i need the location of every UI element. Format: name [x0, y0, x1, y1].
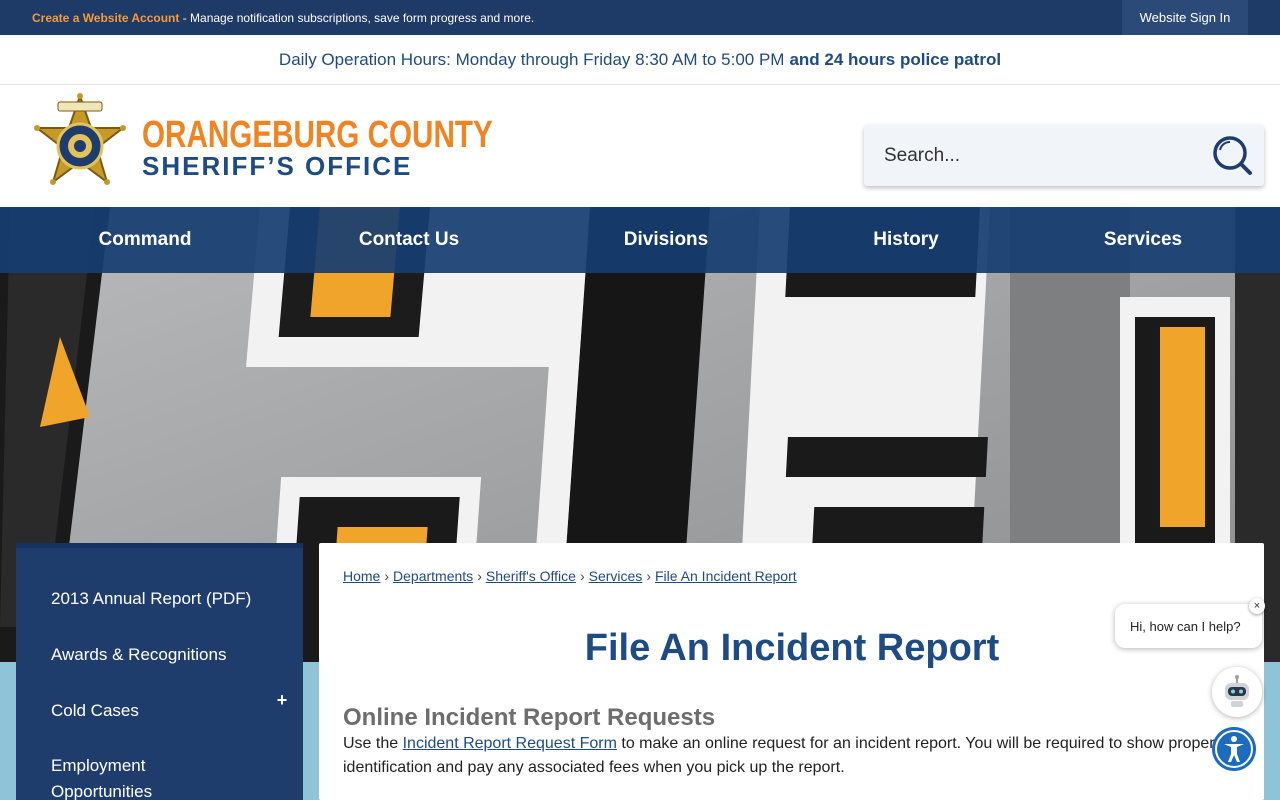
nav-command[interactable]: Command	[60, 207, 230, 273]
breadcrumb-separator: ›	[477, 568, 482, 584]
intro-paragraph: Use the Incident Report Request Form to …	[343, 732, 1223, 780]
breadcrumb: Home › Departments › Sheriff's Office › Servic…	[343, 568, 797, 584]
chat-close-icon[interactable]: ×	[1249, 598, 1265, 614]
search-icon[interactable]	[1208, 133, 1254, 179]
breadcrumb-services[interactable]: Services	[589, 568, 643, 584]
breadcrumb-home[interactable]: Home	[343, 568, 380, 584]
sidebar-item-annual-report[interactable]: 2013 Annual Report (PDF)	[51, 586, 251, 612]
account-promo: Create a Website Account - Manage notifi…	[32, 11, 534, 25]
section-title: Online Incident Report Requests	[343, 704, 716, 731]
accessibility-icon[interactable]	[1212, 727, 1256, 771]
sign-in-button[interactable]: Website Sign In	[1122, 0, 1248, 35]
breadcrumb-departments[interactable]: Departments	[393, 568, 473, 584]
sidebar-item-employment[interactable]: Employment Opportunities	[51, 753, 251, 800]
create-account-link[interactable]: Create a Website Account	[32, 11, 179, 25]
search-input[interactable]	[864, 125, 1204, 186]
search-box	[864, 125, 1264, 186]
sheriff-badge-logo[interactable]	[34, 92, 126, 200]
sidebar-item-cold-cases[interactable]: Cold Cases	[51, 698, 139, 724]
hours-patrol-text: and 24 hours police patrol	[789, 49, 1002, 69]
breadcrumb-sheriffs-office[interactable]: Sheriff's Office	[486, 568, 576, 584]
para-text-before: Use the	[343, 735, 403, 752]
breadcrumb-separator: ›	[579, 568, 585, 584]
breadcrumb-separator: ›	[384, 568, 390, 584]
incident-report-form-link[interactable]: Incident Report Request Form	[403, 735, 617, 752]
sidebar-item-awards[interactable]: Awards & Recognitions	[51, 642, 226, 668]
breadcrumb-current[interactable]: File An Incident Report	[655, 568, 797, 584]
breadcrumb-separator: ›	[646, 568, 651, 584]
chat-greeting-text: Hi, how can I help?	[1130, 618, 1241, 634]
utility-bar: Create a Website Account - Manage notifi…	[0, 0, 1280, 35]
chat-greeting-bubble[interactable]: Hi, how can I help?	[1115, 604, 1262, 648]
nav-history[interactable]: History	[830, 207, 982, 273]
cold-cases-expand-icon[interactable]: +	[272, 690, 292, 716]
hours-text: Daily Operation Hours: Monday through Fr…	[278, 49, 785, 69]
side-menu: 2013 Annual Report (PDF) Awards & Recogn…	[16, 543, 303, 800]
nav-divisions[interactable]: Divisions	[580, 207, 752, 273]
account-promo-text: - Manage notification subscriptions, sav…	[179, 11, 535, 25]
logo-office-name[interactable]: SHERIFF’S OFFICE	[142, 151, 412, 182]
operation-hours-banner: Daily Operation Hours: Monday through Fr…	[0, 35, 1280, 85]
nav-services[interactable]: Services	[1060, 207, 1226, 273]
main-nav: Command Contact Us Divisions History Ser…	[0, 207, 1280, 273]
chatbot-icon[interactable]	[1212, 667, 1262, 717]
nav-contact-us[interactable]: Contact Us	[320, 207, 498, 273]
